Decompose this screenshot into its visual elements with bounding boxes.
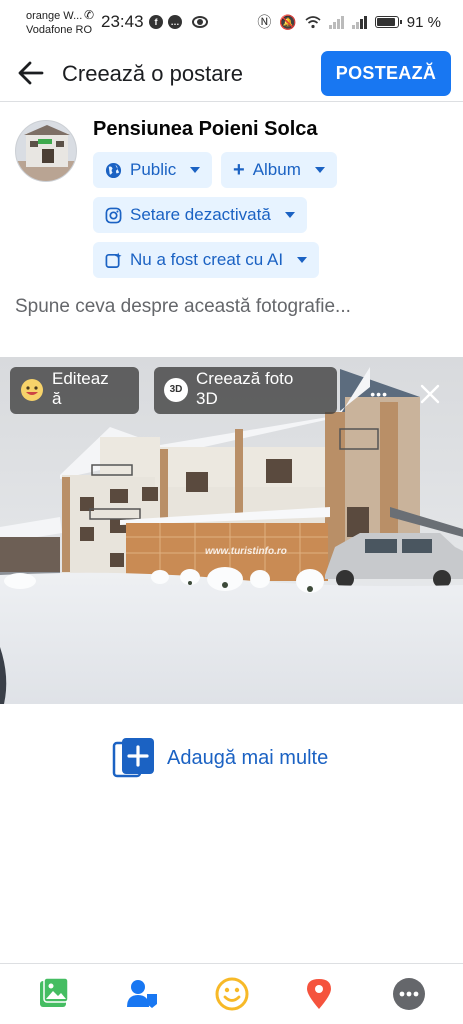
post-button[interactable]: POSTEAZĂ xyxy=(321,51,451,96)
globe-icon xyxy=(105,162,122,178)
more-options-icon[interactable]: ••• xyxy=(370,386,388,402)
tag-people-icon[interactable] xyxy=(125,977,159,1011)
chevron-down-icon xyxy=(284,212,295,218)
edit-label-line-2: ă xyxy=(52,389,62,408)
close-icon[interactable] xyxy=(419,383,441,405)
ai-label-icon xyxy=(105,251,122,268)
chevron-down-icon xyxy=(314,167,325,173)
page-title: Creează o postare xyxy=(62,61,243,86)
create-3d-photo-button[interactable]: 3D Creează foto 3D xyxy=(154,367,337,414)
chevron-down-icon xyxy=(297,257,308,263)
create-3d-label-line-2: 3D xyxy=(196,389,218,408)
location-icon[interactable] xyxy=(302,977,336,1011)
call-icon: ✆ xyxy=(84,8,95,22)
facebook-notification-icon: f xyxy=(149,15,163,29)
ai-label: Nu a fost creat cu AI xyxy=(130,250,284,269)
back-arrow-icon[interactable] xyxy=(16,58,46,88)
author-name: Pensiunea Poieni Solca xyxy=(93,118,318,140)
avatar[interactable] xyxy=(15,120,77,182)
ai-label-selector[interactable]: Nu a fost creat cu AI xyxy=(93,242,320,278)
instagram-share-selector[interactable]: Setare dezactivată xyxy=(93,197,307,233)
message-icon: … xyxy=(168,15,182,29)
album-label: Album xyxy=(252,160,301,179)
status-icons: Ⓝ 🔕 91 % xyxy=(257,12,441,32)
photo-gallery-icon[interactable] xyxy=(37,977,71,1011)
carrier-info: orange W... Vodafone RO xyxy=(26,9,92,37)
signal-icon-2 xyxy=(351,15,367,29)
instagram-label: Setare dezactivată xyxy=(130,205,271,224)
battery-percent: 91 % xyxy=(406,13,441,31)
edit-label-line-1: Editeaz xyxy=(52,369,109,388)
edit-sticker-icon xyxy=(21,379,43,401)
album-selector[interactable]: + Album xyxy=(221,152,337,188)
add-more-label: Adaugă mai multe xyxy=(167,746,329,769)
audience-label: Public xyxy=(130,160,177,179)
3d-icon: 3D xyxy=(164,378,188,402)
more-icon[interactable] xyxy=(392,977,426,1011)
battery-icon xyxy=(374,16,402,28)
instagram-icon xyxy=(105,207,122,223)
edit-photo-button[interactable]: Editeaz ă xyxy=(10,367,139,414)
chevron-down-icon xyxy=(190,167,201,173)
mute-icon: 🔕 xyxy=(279,13,297,30)
photo-watermark: www.turistinfo.ro xyxy=(205,546,287,557)
add-more-button[interactable]: Adaugă mai multe xyxy=(112,737,328,779)
caption-input[interactable] xyxy=(15,296,445,318)
wifi-icon xyxy=(305,16,321,29)
nfc-icon: Ⓝ xyxy=(257,14,272,30)
create-3d-label-line-1: Creează foto xyxy=(196,369,294,388)
bottom-toolbar xyxy=(0,963,463,1024)
attached-photo[interactable]: Editeaz ă 3D Creează foto 3D ••• www.tur… xyxy=(0,357,463,704)
feeling-icon[interactable] xyxy=(215,977,249,1011)
plus-icon: + xyxy=(233,159,245,181)
eye-icon xyxy=(192,16,208,28)
carrier-line-2: Vodafone RO xyxy=(26,24,93,36)
clock: 23:43 xyxy=(101,12,144,31)
app-header: Creează o postare POSTEAZĂ xyxy=(0,48,463,102)
audience-selector[interactable]: Public xyxy=(93,152,213,188)
status-bar: orange W... Vodafone RO ✆ 23:43 f … Ⓝ 🔕 … xyxy=(0,0,463,44)
carrier-line-1: orange W... xyxy=(26,10,83,22)
signal-icon-1 xyxy=(328,15,344,29)
add-photo-icon xyxy=(112,738,154,778)
